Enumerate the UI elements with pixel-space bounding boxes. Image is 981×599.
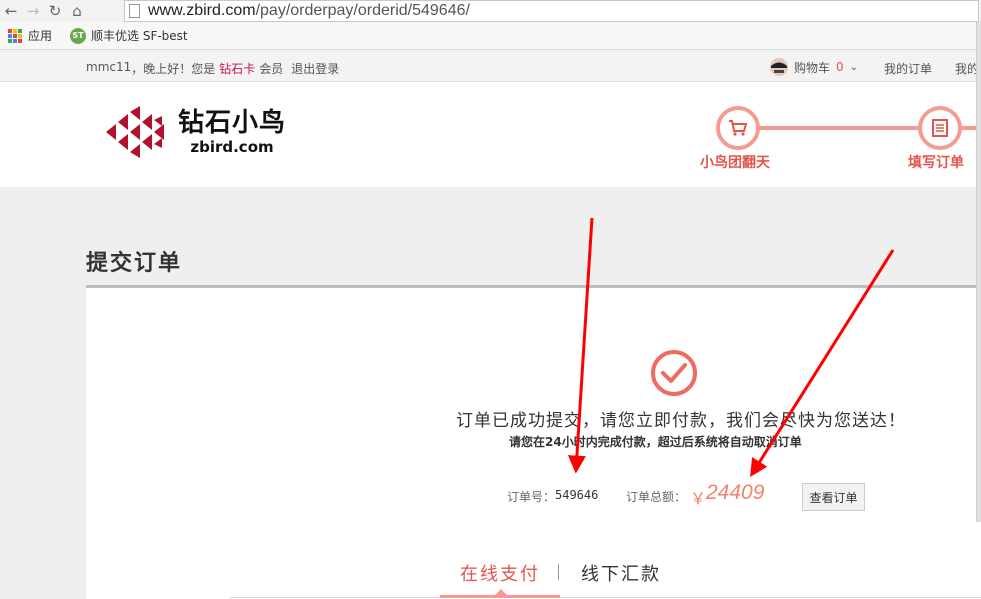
cart-count: 0 (836, 60, 844, 74)
zbird-logo-icon (106, 106, 164, 158)
step-cart (716, 106, 760, 150)
bookmark-label: 应用 (28, 29, 53, 43)
tab-online-payment[interactable]: 在线支付 (460, 560, 540, 586)
payment-deadline-note: 请您在24小时内完成付款，超过后系统将自动取消订单 (509, 435, 802, 449)
address-bar[interactable]: www.zbird.com/pay/orderpay/orderid/54964… (124, 0, 979, 22)
order-total-label: 订单总额： (626, 490, 687, 504)
view-order-button[interactable]: 查看订单 (802, 483, 865, 511)
home-icon[interactable]: ⌂ (66, 0, 88, 22)
cart-button[interactable]: 购物车 0 ⌄ (768, 57, 858, 77)
step-connector (960, 126, 976, 130)
cart-icon (729, 120, 748, 136)
check-circle-icon (651, 350, 697, 396)
order-total: 24409 (706, 481, 765, 504)
page-title: 提交订单 (86, 251, 183, 276)
browser-toolbar: ← → ↻ ⌂ www.zbird.com/pay/orderpay/order… (0, 0, 981, 22)
order-success-card: 订单已成功提交，请您立即付款，我们会尽快为您送达！ 请您在24小时内完成付款，超… (86, 288, 981, 599)
site-topbar: mmc11 ，晚上好！您是 钻石卡 会员 退出登录 购物车 0 ⌄ 我的订单 我的 (0, 51, 981, 82)
member-level-link[interactable]: 钻石卡 (219, 60, 255, 77)
tabs-baseline (230, 597, 981, 598)
chevron-down-icon: ⌄ (849, 61, 859, 73)
step-form (918, 106, 962, 150)
site-header: 钻石小鸟 zbird.com 小鸟团翻天 填写订单 (0, 82, 981, 187)
my-orders-link[interactable]: 我的订单 (884, 60, 932, 77)
currency-symbol: ￥ (690, 489, 707, 508)
logout-link[interactable]: 退出登录 (291, 60, 339, 77)
logo-cn: 钻石小鸟 (178, 108, 287, 138)
username: mmc11 (86, 60, 132, 74)
reload-icon[interactable]: ↻ (44, 0, 66, 22)
forward-icon[interactable]: → (22, 0, 44, 22)
tab-separator (558, 564, 559, 580)
member-text: 会员 (259, 62, 284, 76)
active-tab-underline (440, 595, 560, 598)
bookmark-sf-best[interactable]: ST 顺丰优选 SF-best (70, 27, 188, 44)
order-number-label: 订单号： (507, 490, 556, 504)
step-label-group-buy: 小鸟团翻天 (700, 155, 770, 171)
payment-tabs: 在线支付 线下汇款 (86, 556, 981, 599)
bookmark-label: 顺丰优选 SF-best (91, 29, 188, 43)
step-connector (758, 126, 920, 130)
cart-label: 购物车 (794, 60, 831, 75)
cart-avatar-icon (770, 58, 788, 76)
sf-logo-icon: ST (70, 27, 87, 44)
page-icon (129, 4, 140, 18)
greeting-text: ，晚上好！您是 (131, 62, 216, 76)
user-greeting: mmc11 ，晚上好！您是 钻石卡 会员 退出登录 (86, 60, 339, 77)
apps-grid-icon (8, 28, 22, 43)
scrollbar[interactable] (976, 22, 981, 522)
form-icon (932, 119, 948, 137)
success-message: 订单已成功提交，请您立即付款，我们会尽快为您送达！ (456, 411, 906, 431)
bookmark-apps[interactable]: 应用 (8, 27, 52, 44)
back-icon[interactable]: ← (0, 0, 22, 22)
url-path: /pay/orderpay/orderid/549646/ (255, 2, 470, 19)
logo[interactable]: 钻石小鸟 zbird.com (104, 106, 286, 158)
step-label-fill-order: 填写订单 (908, 155, 964, 171)
bookmarks-bar: 应用 ST 顺丰优选 SF-best (0, 22, 981, 50)
tab-offline-transfer[interactable]: 线下汇款 (581, 560, 661, 586)
url-host: www.zbird.com (148, 2, 256, 19)
logo-en: zbird.com (190, 138, 274, 156)
main-content: 提交订单 订单已成功提交，请您立即付款，我们会尽快为您送达！ 请您在24小时内完… (0, 187, 981, 599)
order-number: 549646 (555, 488, 599, 502)
